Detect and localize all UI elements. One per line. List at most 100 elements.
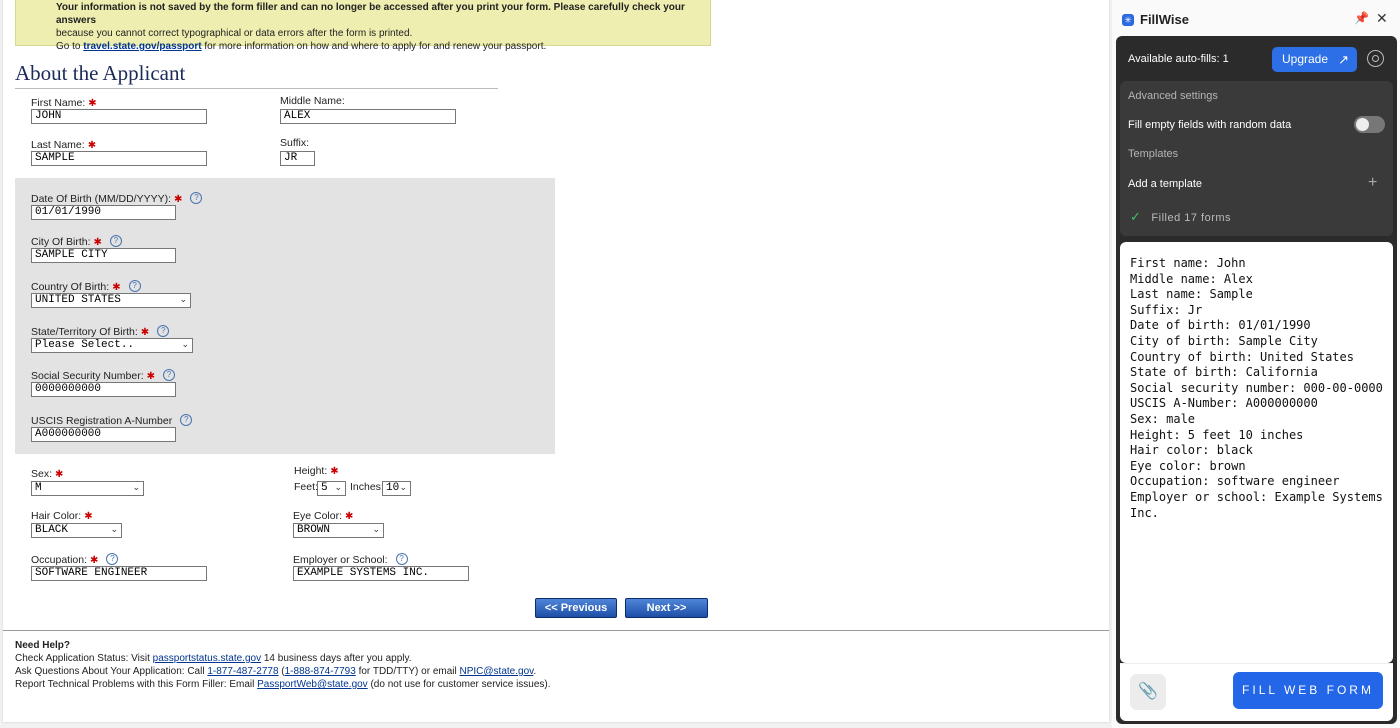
help-icon[interactable]: ? (163, 369, 176, 381)
city-birth-input[interactable]: SAMPLE CITY (31, 248, 176, 263)
middle-name-label: Middle Name: (280, 95, 345, 107)
arrow-up-right-icon: ↗ (1338, 52, 1349, 67)
eye-color-label: Eye Color: ✱ (293, 510, 354, 522)
notice-line3-pre: Go to (56, 41, 84, 52)
chevron-down-icon: ⌄ (110, 525, 118, 535)
extension-body: Available auto-fills: 1 Upgrade ↗ Advance… (1116, 36, 1397, 724)
passportweb-email-link[interactable]: PassportWeb@state.gov (257, 679, 368, 690)
upgrade-button[interactable]: Upgrade ↗ (1272, 47, 1357, 72)
uscis-label: USCIS Registration A-Number? (31, 414, 193, 427)
suffix-label: Suffix: (280, 137, 309, 149)
employer-input[interactable]: EXAMPLE SYSTEMS INC. (293, 566, 469, 581)
chevron-down-icon: ⌄ (399, 483, 407, 493)
city-birth-label: City Of Birth: ✱? (31, 235, 122, 248)
travel-state-link[interactable]: travel.state.gov/passport (83, 41, 201, 52)
occupation-input[interactable]: SOFTWARE ENGINEER (31, 566, 207, 581)
state-birth-select[interactable]: Please Select.. ⌄ (31, 338, 193, 353)
help-footer: Need Help? Check Application Status: Vis… (15, 639, 551, 691)
hair-color-select[interactable]: BLACK ⌄ (31, 523, 122, 538)
notice-line3: Go to travel.state.gov/passport for more… (56, 40, 710, 53)
npic-email-link[interactable]: NPIC@state.gov (460, 666, 534, 677)
settings-icon[interactable] (1367, 50, 1384, 67)
required-star-icon: ✱ (112, 282, 121, 293)
form-page: Your information is not saved by the for… (3, 0, 1109, 722)
check-icon: ✓ (1130, 209, 1142, 224)
action-bar: 📎 FILL WEB FORM (1120, 663, 1393, 721)
help-icon[interactable]: ? (180, 414, 193, 426)
passport-status-link[interactable]: passportstatus.state.gov (153, 653, 261, 664)
notice-line3-post: for more information on how and where to… (201, 41, 547, 52)
required-star-icon: ✱ (345, 511, 354, 522)
fill-empty-toggle[interactable] (1354, 116, 1385, 133)
close-icon[interactable]: ✕ (1376, 10, 1388, 27)
ssn-input[interactable]: 0000000000 (31, 382, 176, 397)
previous-button[interactable]: << Previous (535, 598, 617, 618)
inches-select[interactable]: 10 ⌄ (382, 481, 411, 496)
next-button[interactable]: Next >> (625, 598, 708, 618)
extension-header: ✳ FillWise 📌 ✕ (1112, 0, 1400, 36)
first-name-label: First Name: ✱ (31, 97, 97, 109)
required-star-icon: ✱ (330, 466, 339, 477)
notice-line2: because you cannot correct typographical… (56, 28, 413, 39)
hair-color-label: Hair Color: ✱ (31, 510, 93, 522)
section-title: About the Applicant (15, 61, 186, 85)
profile-text: First name: John Middle name: Alex Last … (1130, 256, 1383, 520)
feet-select[interactable]: 5 ⌄ (317, 481, 346, 496)
templates-label: Templates (1128, 148, 1179, 160)
occupation-label: Occupation: ✱? (31, 553, 119, 566)
help-icon[interactable]: ? (395, 553, 408, 565)
feet-label: Feet: (294, 481, 318, 493)
state-birth-label: State/Territory Of Birth: ✱? (31, 325, 170, 338)
footer-title: Need Help? (15, 640, 71, 651)
help-icon[interactable]: ? (190, 192, 203, 204)
help-icon[interactable]: ? (109, 235, 122, 247)
country-birth-label: Country Of Birth: ✱? (31, 280, 141, 293)
phone-link[interactable]: 1-877-487-2778 (207, 666, 278, 677)
filled-count: ✓ Filled 17 forms (1130, 209, 1232, 224)
help-icon[interactable]: ? (106, 553, 119, 565)
add-template-label[interactable]: Add a template (1128, 178, 1202, 190)
paperclip-icon[interactable]: 📎 (1130, 674, 1166, 710)
notice-line1: Your information is not saved by the for… (56, 2, 685, 26)
last-name-label: Last Name: ✱ (31, 139, 97, 151)
uscis-input[interactable]: A000000000 (31, 427, 176, 442)
chevron-down-icon: ⌄ (372, 525, 380, 535)
suffix-input[interactable]: JR (280, 151, 315, 166)
middle-name-input[interactable]: ALEX (280, 109, 456, 124)
eye-color-select[interactable]: BROWN ⌄ (293, 523, 384, 538)
help-icon[interactable]: ? (157, 325, 170, 337)
sex-select[interactable]: M ⌄ (31, 481, 144, 496)
tdd-phone-link[interactable]: 1-888-874-7793 (285, 666, 356, 677)
plus-icon[interactable]: + (1368, 174, 1377, 192)
footer-line-questions: Ask Questions About Your Application: Ca… (15, 666, 537, 677)
fillwise-panel: ✳ FillWise 📌 ✕ Available auto-fills: 1 U… (1112, 0, 1400, 728)
first-name-input[interactable]: JOHN (31, 109, 207, 124)
required-star-icon: ✱ (87, 140, 97, 151)
footer-line-status: Check Application Status: Visit passport… (15, 653, 412, 664)
inches-label: Inches: (350, 481, 384, 493)
required-star-icon: ✱ (55, 469, 64, 480)
dob-input[interactable]: 01/01/1990 (31, 205, 176, 220)
employer-label: Employer or School:? (293, 553, 408, 566)
required-star-icon: ✱ (88, 98, 97, 109)
required-star-icon: ✱ (140, 327, 150, 338)
last-name-input[interactable]: SAMPLE (31, 151, 207, 166)
chevron-down-icon: ⌄ (179, 295, 187, 305)
unpin-icon[interactable]: 📌 (1354, 11, 1369, 25)
chevron-down-icon: ⌄ (181, 340, 189, 350)
available-autofills: Available auto-fills: 1 (1128, 53, 1229, 65)
help-icon[interactable]: ? (128, 280, 141, 292)
extension-title: FillWise (1140, 12, 1190, 27)
dob-label: Date Of Birth (MM/DD/YYYY): ✱? (31, 192, 203, 205)
advanced-settings-label: Advanced settings (1128, 90, 1218, 102)
country-birth-select[interactable]: UNITED STATES ⌄ (31, 293, 191, 308)
fill-empty-label: Fill empty fields with random data (1128, 119, 1292, 131)
ssn-label: Social Security Number: ✱? (31, 369, 176, 382)
height-label: Height: ✱ (294, 465, 339, 477)
fillwise-logo-icon: ✳ (1122, 14, 1134, 26)
profile-textarea[interactable]: First name: John Middle name: Alex Last … (1120, 242, 1393, 663)
fill-web-form-button[interactable]: FILL WEB FORM (1233, 672, 1383, 709)
required-star-icon: ✱ (146, 371, 156, 382)
required-star-icon: ✱ (84, 511, 93, 522)
sex-label: Sex: ✱ (31, 468, 64, 480)
